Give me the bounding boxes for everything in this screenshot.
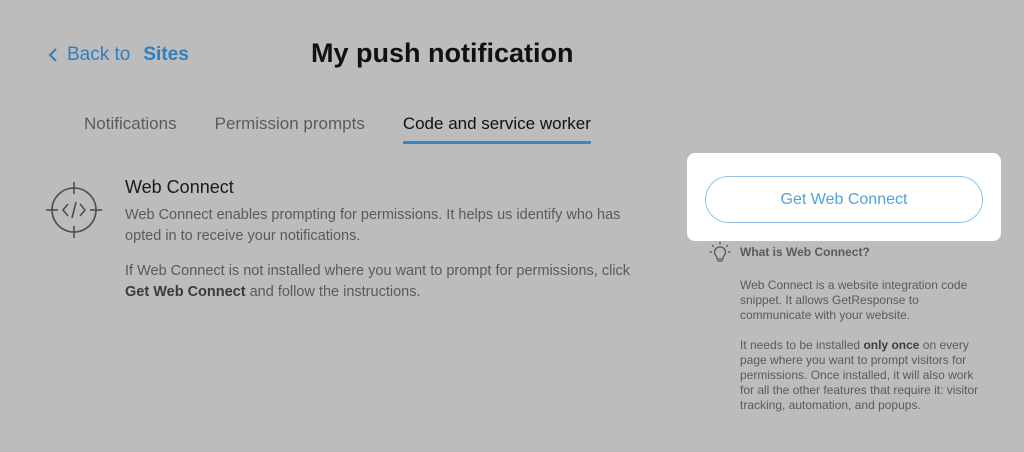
instructions-prefix: If Web Connect is not installed where yo… [125,263,631,279]
tab-permission-prompts[interactable]: Permission prompts [215,114,365,144]
lightbulb-icon [709,242,731,262]
back-link-target: Sites [143,44,189,65]
help-paragraph-1: Web Connect is a website integration cod… [740,278,968,322]
help-paragraph-2: It needs to be installed only once on ev… [740,338,990,413]
help-p2-bold: only once [863,338,920,352]
get-web-connect-button[interactable]: Get Web Connect [705,176,983,223]
help-title: What is Web Connect? [740,245,870,259]
tab-code-and-service-worker[interactable]: Code and service worker [402,114,591,144]
chevron-left-icon [48,48,57,62]
instructions-suffix: and follow the instructions. [249,284,421,300]
web-connect-description: Web Connect enables prompting for permis… [125,207,621,244]
tab-bar: Notifications Permission prompts Code an… [84,114,591,144]
web-connect-instructions: If Web Connect is not installed where yo… [125,261,655,303]
tab-notifications[interactable]: Notifications [84,114,177,144]
cta-card: Get Web Connect [687,153,1001,241]
instructions-bold: Get Web Connect [125,284,246,300]
web-connect-title: Web Connect [125,177,234,197]
help-p2-prefix: It needs to be installed [740,338,861,352]
page-title: My push notification [311,38,574,68]
back-to-sites-link[interactable]: Back to Sites [48,44,189,66]
back-link-prefix: Back to [67,44,131,65]
code-target-icon [46,182,102,238]
